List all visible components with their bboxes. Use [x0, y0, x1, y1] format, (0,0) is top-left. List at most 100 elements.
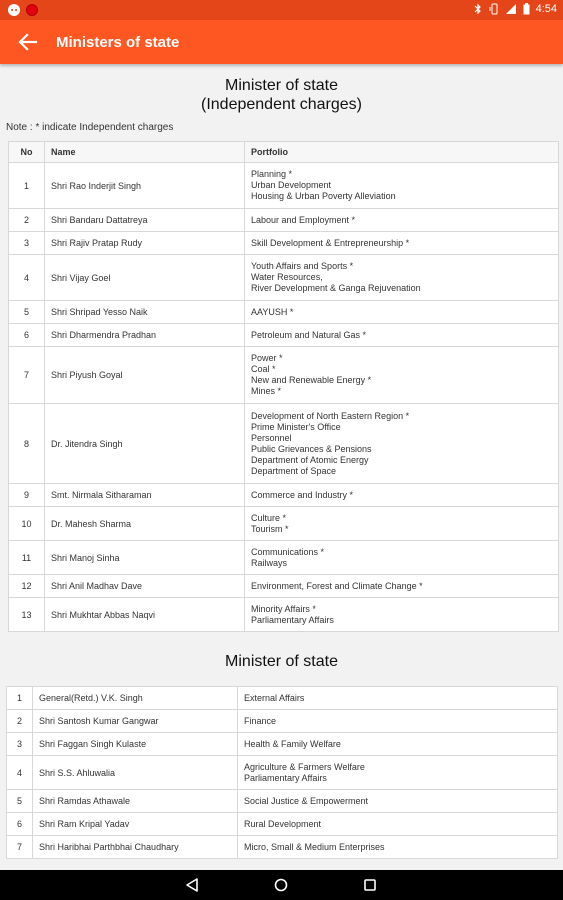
table-row: 3 Shri Rajiv Pratap Rudy Skill Development…	[8, 231, 559, 255]
minister-name: Shri Ramdas Athawale	[32, 789, 238, 813]
portfolio-item: External Affairs	[244, 692, 305, 703]
table-row: 9 Smt. Nirmala Sitharaman Commerce and Ind…	[8, 483, 559, 507]
portfolio-cell: Petroleum and Natural Gas *	[244, 323, 559, 347]
portfolio-cell: Finance	[237, 709, 558, 733]
row-number: 4	[8, 254, 45, 301]
note-text: Note : * indicate Independent charges	[6, 122, 174, 133]
portfolio-item: Department of Space	[251, 465, 337, 476]
portfolio-item: New and Renewable Energy *	[251, 375, 372, 385]
row-number: 10	[8, 506, 45, 541]
row-number: 7	[8, 346, 45, 404]
table-row: 1 Shri Rao Inderjit Singh Planning * Urban …	[8, 162, 559, 209]
portfolio-item: Communications *	[251, 546, 325, 557]
section-heading-independent: Minister of state (Independent charges)	[0, 64, 563, 114]
state-ministers-table: 1 General(Retd.) V.K. Singh External Affai…	[6, 686, 558, 859]
minister-name: Dr. Mahesh Sharma	[44, 506, 245, 541]
minister-name: Shri Piyush Goyal	[44, 346, 245, 404]
row-number: 2	[6, 709, 33, 733]
table-row: 5 Shri Shripad Yesso Naik AAYUSH *	[8, 300, 559, 324]
table-row: 12 Shri Anil Madhav Dave Environment, Fore…	[8, 574, 559, 598]
table-row: 6 Shri Ram Kripal Yadav Rural Development	[6, 812, 558, 836]
content-scroll[interactable]: Minister of state (Independent charges) …	[0, 64, 563, 870]
battery-icon	[523, 3, 530, 15]
minister-name: Shri Faggan Singh Kulaste	[32, 732, 238, 756]
row-number: 6	[8, 323, 45, 347]
table-row: 2 Shri Santosh Kumar Gangwar Finance	[6, 709, 558, 733]
portfolio-item: Finance	[244, 715, 277, 726]
row-number: 1	[6, 686, 33, 710]
table-row: 4 Shri Vijay Goel Youth Affairs and Sports…	[8, 254, 559, 301]
nav-home-icon[interactable]	[274, 878, 288, 892]
minister-name: Shri Rao Inderjit Singh	[44, 162, 245, 209]
portfolio-cell: Skill Development & Entrepreneurship *	[244, 231, 559, 255]
portfolio-cell: Rural Development	[237, 812, 558, 836]
minister-name: Shri Rajiv Pratap Rudy	[44, 231, 245, 255]
portfolio-item: Coal *	[251, 364, 276, 374]
status-bar: 4:54	[0, 0, 563, 20]
minister-name: Shri Santosh Kumar Gangwar	[32, 709, 238, 733]
minister-name: Shri S.S. Ahluwalia	[32, 755, 238, 790]
nav-recents-icon[interactable]	[364, 879, 376, 891]
row-number: 3	[6, 732, 33, 756]
record-icon	[26, 4, 38, 16]
table-row: 10 Dr. Mahesh Sharma Culture * Tourism *	[8, 506, 559, 541]
nav-back-icon[interactable]	[185, 878, 199, 892]
row-number: 9	[8, 483, 45, 507]
portfolio-item: Prime Minister's Office	[251, 421, 341, 432]
minister-name: Dr. Jitendra Singh	[44, 403, 245, 484]
portfolio-cell: AAYUSH *	[244, 300, 559, 324]
minister-name: Shri Ram Kripal Yadav	[32, 812, 238, 836]
navigation-bar	[0, 870, 563, 900]
row-number: 11	[8, 540, 45, 575]
portfolio-item: Development of North Eastern Region *	[251, 410, 410, 421]
portfolio-cell: Environment, Forest and Climate Change *	[244, 574, 559, 598]
col-header-name: Name	[44, 141, 245, 163]
table-row: 3 Shri Faggan Singh Kulaste Health & Famil…	[6, 732, 558, 756]
portfolio-item: Health & Family Welfare	[244, 738, 341, 749]
back-button[interactable]	[18, 32, 38, 52]
section-heading-line2: (Independent charges)	[201, 96, 362, 113]
independent-ministers-table: No Name Portfolio 1 Shri Rao Inderjit Sin…	[8, 141, 559, 632]
table-row: 7 Shri Haribhai Parthbhai Chaudhary Micro,…	[6, 835, 558, 859]
table-row: 6 Shri Dharmendra Pradhan Petroleum and Na…	[8, 323, 559, 347]
table-row: 4 Shri S.S. Ahluwalia Agriculture & Farmer…	[6, 755, 558, 790]
minister-name: Shri Shripad Yesso Naik	[44, 300, 245, 324]
table-row: 2 Shri Bandaru Dattatreya Labour and Emplo…	[8, 208, 559, 232]
bluetooth-icon	[474, 3, 481, 15]
table-row: 5 Shri Ramdas Athawale Social Justice & Em…	[6, 789, 558, 813]
row-number: 3	[8, 231, 45, 255]
portfolio-item: Planning *	[251, 169, 293, 179]
portfolio-cell: Power * Coal * New and Renewable Energy * M…	[244, 346, 559, 404]
minister-name: Shri Anil Madhav Dave	[44, 574, 245, 598]
portfolio-item: Tourism *	[251, 523, 289, 534]
portfolio-item: Rural Development	[244, 818, 322, 829]
table-header-row: No Name Portfolio	[8, 141, 559, 163]
portfolio-cell: Commerce and Industry *	[244, 483, 559, 507]
section-heading-line1: Minister of state	[225, 77, 338, 94]
portfolio-cell: Communications * Railways	[244, 540, 559, 575]
row-number: 13	[8, 597, 45, 632]
row-number: 12	[8, 574, 45, 598]
portfolio-item: Micro, Small & Medium Enterprises	[244, 841, 385, 852]
portfolio-item: Labour and Employment *	[251, 214, 356, 225]
row-number: 8	[8, 403, 45, 484]
portfolio-item: Skill Development & Entrepreneurship *	[251, 237, 410, 248]
minister-name: Shri Vijay Goel	[44, 254, 245, 301]
portfolio-cell: Development of North Eastern Region * Pri…	[244, 403, 559, 484]
portfolio-item: Commerce and Industry *	[251, 489, 354, 500]
table-row: 8 Dr. Jitendra Singh Development of North …	[8, 403, 559, 484]
portfolio-cell: Social Justice & Empowerment	[237, 789, 558, 813]
portfolio-item: Public Grievances & Pensions	[251, 443, 372, 454]
portfolio-item: Parliamentary Affairs	[244, 772, 327, 783]
minister-name: Shri Haribhai Parthbhai Chaudhary	[32, 835, 238, 859]
portfolio-cell: Health & Family Welfare	[237, 732, 558, 756]
portfolio-item: Minority Affairs *	[251, 603, 316, 614]
col-header-no: No	[8, 141, 45, 163]
portfolio-item: Power *	[251, 353, 283, 363]
portfolio-item: Personnel	[251, 432, 292, 443]
portfolio-item: Youth Affairs and Sports *	[251, 261, 354, 271]
col-header-portfolio: Portfolio	[244, 141, 559, 163]
table-row: 11 Shri Manoj Sinha Communications * Railwa…	[8, 540, 559, 575]
portfolio-cell: Labour and Employment *	[244, 208, 559, 232]
status-time: 4:54	[535, 3, 557, 15]
